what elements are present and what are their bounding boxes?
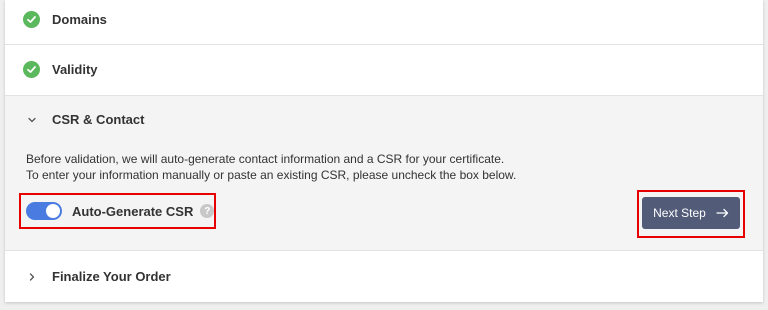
arrow-right-icon <box>716 208 729 218</box>
csr-description-line-1: Before validation, we will auto-generate… <box>26 152 505 166</box>
toggle-knob <box>46 204 60 218</box>
step-domains-header[interactable]: Domains <box>5 0 763 38</box>
chevron-right-icon <box>25 270 39 284</box>
step-validity-header[interactable]: Validity <box>5 45 763 94</box>
step-finalize-header[interactable]: Finalize Your Order <box>5 251 763 302</box>
check-circle-icon <box>23 10 40 28</box>
step-validity-title: Validity <box>52 62 98 77</box>
next-step-button[interactable]: Next Step <box>642 197 740 229</box>
step-finalize: Finalize Your Order <box>5 251 763 302</box>
step-domains: Domains <box>5 0 763 45</box>
auto-generate-csr-toggle[interactable] <box>26 202 62 220</box>
question-circle-icon[interactable]: ? <box>200 204 215 218</box>
step-validity: Validity <box>5 45 763 96</box>
auto-generate-csr-label[interactable]: Auto-Generate CSR <box>72 204 193 219</box>
order-steps-card: Domains Validity CSR & Contact Before va… <box>5 0 763 302</box>
csr-description: Before validation, we will auto-generate… <box>26 151 516 183</box>
step-finalize-title: Finalize Your Order <box>52 269 171 284</box>
auto-generate-csr-row: Auto-Generate CSR ? <box>26 202 215 220</box>
next-step-label: Next Step <box>653 206 706 220</box>
step-csr-header[interactable]: CSR & Contact <box>5 96 763 143</box>
step-csr-title: CSR & Contact <box>52 112 145 127</box>
csr-description-line-2: To enter your information manually or pa… <box>26 168 517 182</box>
step-domains-title: Domains <box>52 11 107 27</box>
step-csr-contact: CSR & Contact Before validation, we will… <box>5 96 763 251</box>
chevron-down-icon <box>25 113 39 127</box>
check-circle-icon <box>23 61 40 78</box>
